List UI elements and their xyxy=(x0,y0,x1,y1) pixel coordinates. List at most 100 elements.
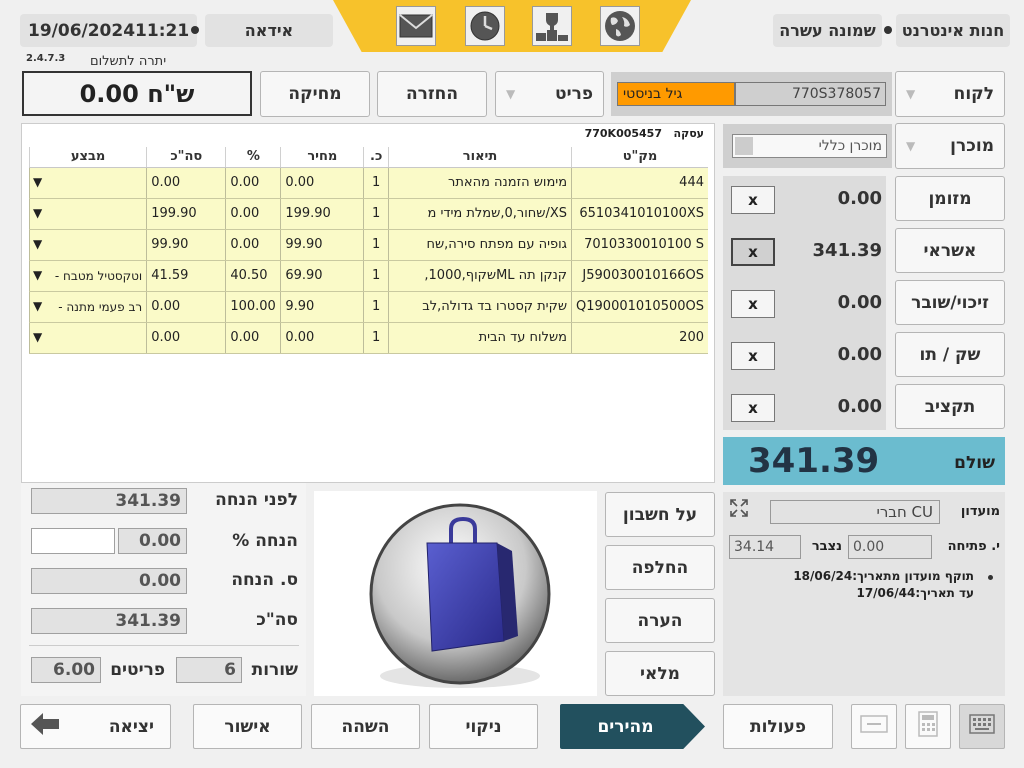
column-header[interactable]: מק"ט xyxy=(571,147,708,168)
table-row[interactable]: Q190001010500OS שקית קסטרו בד גדולה,לב 1 9.… xyxy=(28,291,708,323)
payment-method-button[interactable]: תקציב xyxy=(895,384,1005,429)
clear-payment-button[interactable]: x xyxy=(731,342,775,370)
payment-method-button[interactable]: מזומן xyxy=(895,176,1005,221)
table-row[interactable]: 200 משלוח עד הבית 1 0.00 0.00 0.00 ▼ xyxy=(28,322,708,354)
discount-sum-value[interactable]: 0.00 xyxy=(31,568,187,594)
column-header[interactable]: מחיר xyxy=(280,147,364,168)
chevron-down-icon[interactable]: ▼ xyxy=(33,299,42,313)
table-row[interactable]: 6510341010100XS XS/שחור,0,שמלת מידי מ 1 199… xyxy=(28,198,708,230)
promo-cell[interactable]: רב פעמי מתנה - ▼ xyxy=(28,291,147,323)
sku-cell: J590030010166OS xyxy=(571,260,708,292)
total-cell: 0.00 xyxy=(146,322,226,354)
before-discount-value: 341.39 xyxy=(31,488,187,514)
total-value: 341.39 xyxy=(31,608,187,634)
sku-cell: 7010330010100 S xyxy=(571,229,708,261)
store-name: חנות אינטרנט xyxy=(896,14,1010,47)
seller-field[interactable]: מוכרן כללי xyxy=(732,134,887,158)
grid-wrap: מק"ט תיאור כ. מחיר% סה"כ מבצע 444 מימוש הזמנה … xyxy=(28,147,708,354)
globe-icon[interactable] xyxy=(600,6,640,46)
promo-text: רב פעמי מתנה - xyxy=(58,299,143,314)
exit-label: יציאה xyxy=(108,716,154,737)
note-button[interactable]: הערה xyxy=(605,598,715,643)
fast-items-button[interactable]: מהירים xyxy=(560,704,705,749)
clear-payment-button[interactable]: x xyxy=(731,290,775,318)
column-header[interactable]: תיאור xyxy=(388,147,572,168)
calculator-icon xyxy=(918,711,938,742)
chevron-down-icon[interactable]: ▼ xyxy=(33,268,42,282)
clear-button[interactable]: ניקוי xyxy=(429,704,538,749)
promo-cell[interactable]: ▼ xyxy=(28,229,147,261)
exchange-button[interactable]: החלפה xyxy=(605,545,715,590)
items-panel: עסקה 770K005457 מק"ט תיאור כ. מחיר% סה"כ מבצע… xyxy=(21,123,715,483)
description-cell: מימוש הזמנה מהאתר xyxy=(388,167,572,199)
chevron-down-icon[interactable]: ▼ xyxy=(33,237,42,251)
discount-pct-cell: 0.00 xyxy=(225,167,281,199)
chevron-down-icon[interactable]: ▼ xyxy=(33,330,42,344)
promo-cell[interactable]: ▼ xyxy=(28,167,147,199)
payment-amount: 0.00 xyxy=(837,344,882,365)
price-cell: 0.00 xyxy=(280,167,364,199)
datetime: 19/06/2024 11:21 xyxy=(20,14,197,47)
item-label: פריט xyxy=(555,84,593,104)
transaction-label: עסקה xyxy=(673,127,704,140)
chevron-down-icon: ▼ xyxy=(906,139,916,153)
table-row[interactable]: 444 מימוש הזמנה מהאתר 1 0.00 0.00 0.00 ▼ xyxy=(28,167,708,199)
mail-icon[interactable] xyxy=(396,6,436,46)
lines-value: 6 xyxy=(176,657,242,683)
user-name: אידאה xyxy=(205,14,333,47)
expand-icon[interactable] xyxy=(729,498,749,518)
payment-method-button[interactable]: אשראי xyxy=(895,228,1005,273)
sku-cell: 444 xyxy=(571,167,708,199)
delete-button[interactable]: מחיקה xyxy=(260,71,370,117)
column-header[interactable]: סה"כ xyxy=(146,147,226,168)
discount-pct-cell: 0.00 xyxy=(225,229,281,261)
customer-name: גיל בניסטי xyxy=(617,82,735,106)
clear-payment-button[interactable]: x xyxy=(731,238,775,266)
clear-payment-button[interactable]: x xyxy=(731,186,775,214)
discount-pct-cell: 0.00 xyxy=(225,322,281,354)
version: 2.4.7.3 xyxy=(26,53,66,64)
description-cell: קנקן תה MLשקוף,1000, xyxy=(388,260,572,292)
column-header[interactable]: מבצע xyxy=(28,147,147,168)
customer-button[interactable]: ▼ לקוח xyxy=(895,71,1005,117)
discount-pct-value[interactable]: 0.00 xyxy=(118,528,187,554)
chevron-down-icon[interactable]: ▼ xyxy=(33,206,42,220)
item-dropdown[interactable]: ▼ פריט xyxy=(495,71,604,117)
column-header[interactable]: כ. xyxy=(363,147,389,168)
promo-cell[interactable]: ▼ xyxy=(28,198,147,230)
return-button[interactable]: החזרה xyxy=(377,71,487,117)
chevron-down-icon[interactable]: ▼ xyxy=(33,175,42,189)
quantity-cell: 1 xyxy=(363,291,389,323)
table-row[interactable]: 7010330010100 S גופיה עם מפתח סירה,שח 1 99.… xyxy=(28,229,708,261)
promo-cell[interactable]: ▼ xyxy=(28,322,147,354)
balance-value: 0.00 ש"ח xyxy=(22,71,252,116)
before-discount-label: לפני הנחה xyxy=(215,490,298,510)
discount-pct-label: % הנחה xyxy=(232,531,298,551)
chevron-down-icon: ▼ xyxy=(906,87,916,101)
approve-button[interactable]: אישור xyxy=(193,704,302,749)
description-cell: שקית קסטרו בד גדולה,לב xyxy=(388,291,572,323)
seller-button[interactable]: ▼ מוכרן xyxy=(895,123,1005,169)
on-account-button[interactable]: על חשבון xyxy=(605,492,715,537)
trophy-icon[interactable] xyxy=(532,6,572,46)
accrued-label: נצבר xyxy=(811,539,842,554)
exit-button[interactable]: יציאה xyxy=(20,704,171,749)
card-reader-button[interactable] xyxy=(851,704,897,749)
clock-icon[interactable] xyxy=(465,6,505,46)
keyboard-button[interactable] xyxy=(959,704,1005,749)
time: 11:21 xyxy=(135,20,190,41)
clear-payment-button[interactable]: x xyxy=(731,394,775,422)
promo-text: וטקסטיל מטבח - xyxy=(54,268,143,283)
payment-method-button[interactable]: שק / תו xyxy=(895,332,1005,377)
stock-button[interactable]: מלאי xyxy=(605,651,715,696)
customer-label: לקוח xyxy=(953,84,994,104)
column-header[interactable]: % xyxy=(225,147,281,168)
actions-button[interactable]: פעולות xyxy=(723,704,833,749)
table-row[interactable]: J590030010166OS קנקן תה MLשקוף,1000, 1 69.9… xyxy=(28,260,708,292)
discount-pct-empty[interactable] xyxy=(31,528,115,554)
club-value[interactable]: חברי CU xyxy=(770,500,940,524)
hold-button[interactable]: השהה xyxy=(311,704,420,749)
promo-cell[interactable]: וטקסטיל מטבח - ▼ xyxy=(28,260,147,292)
payment-method-button[interactable]: זיכוי/שובר xyxy=(895,280,1005,325)
calculator-button[interactable] xyxy=(905,704,951,749)
